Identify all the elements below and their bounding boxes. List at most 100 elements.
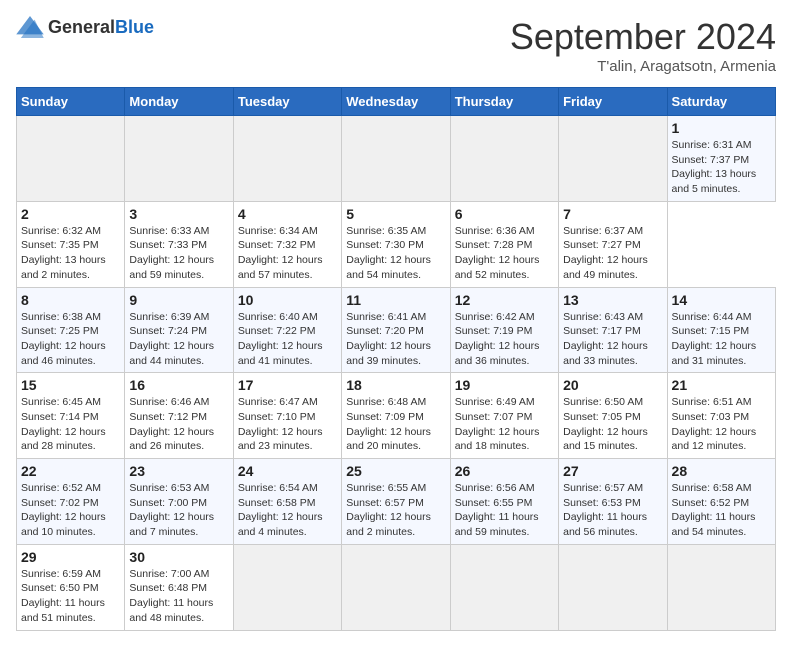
day-number: 19	[455, 377, 554, 393]
calendar-cell: 7 Sunrise: 6:37 AMSunset: 7:27 PMDaylight…	[559, 201, 667, 287]
day-number: 18	[346, 377, 445, 393]
header-thursday: Thursday	[450, 88, 558, 116]
calendar-cell: 21 Sunrise: 6:51 AMSunset: 7:03 PMDayligh…	[667, 373, 775, 459]
calendar-cell: 18 Sunrise: 6:48 AMSunset: 7:09 PMDayligh…	[342, 373, 450, 459]
day-info: Sunrise: 6:48 AMSunset: 7:09 PMDaylight:…	[346, 395, 445, 454]
week-row-4: 15 Sunrise: 6:45 AMSunset: 7:14 PMDayligh…	[17, 373, 776, 459]
calendar-cell	[342, 116, 450, 202]
week-row-5: 22 Sunrise: 6:52 AMSunset: 7:02 PMDayligh…	[17, 459, 776, 545]
day-number: 25	[346, 463, 445, 479]
week-row-6: 29Sunrise: 6:59 AMSunset: 6:50 PMDayligh…	[17, 544, 776, 630]
day-number: 28	[672, 463, 771, 479]
day-info: Sunrise: 6:39 AMSunset: 7:24 PMDaylight:…	[129, 310, 228, 369]
calendar-title: September 2024	[510, 16, 776, 58]
calendar-cell: 1 Sunrise: 6:31 AMSunset: 7:37 PMDaylight…	[667, 116, 775, 202]
day-info: Sunrise: 6:57 AMSunset: 6:53 PMDaylight:…	[563, 481, 662, 540]
day-number: 20	[563, 377, 662, 393]
day-number: 24	[238, 463, 337, 479]
calendar-cell: 9Sunrise: 6:39 AMSunset: 7:24 PMDaylight…	[125, 287, 233, 373]
day-info: Sunrise: 6:31 AMSunset: 7:37 PMDaylight:…	[672, 138, 771, 197]
day-info: Sunrise: 6:58 AMSunset: 6:52 PMDaylight:…	[672, 481, 771, 540]
page-header: GeneralBlue September 2024 T'alin, Araga…	[16, 16, 776, 75]
day-info: Sunrise: 6:36 AMSunset: 7:28 PMDaylight:…	[455, 224, 554, 283]
day-number: 10	[238, 292, 337, 308]
day-info: Sunrise: 6:42 AMSunset: 7:19 PMDaylight:…	[455, 310, 554, 369]
calendar-cell	[450, 544, 558, 630]
day-number: 3	[129, 206, 228, 222]
day-info: Sunrise: 6:32 AMSunset: 7:35 PMDaylight:…	[21, 224, 120, 283]
day-number: 1	[672, 120, 771, 136]
week-row-2: 2 Sunrise: 6:32 AMSunset: 7:35 PMDaylight…	[17, 201, 776, 287]
header-tuesday: Tuesday	[233, 88, 341, 116]
calendar-cell	[233, 544, 341, 630]
calendar-cell: 28 Sunrise: 6:58 AMSunset: 6:52 PMDayligh…	[667, 459, 775, 545]
day-number: 17	[238, 377, 337, 393]
day-number: 16	[129, 377, 228, 393]
day-number: 8	[21, 292, 120, 308]
logo-blue: Blue	[115, 17, 154, 37]
day-info: Sunrise: 6:40 AMSunset: 7:22 PMDaylight:…	[238, 310, 337, 369]
day-info: Sunrise: 6:55 AMSunset: 6:57 PMDaylight:…	[346, 481, 445, 540]
day-number: 26	[455, 463, 554, 479]
calendar-cell	[450, 116, 558, 202]
day-info: Sunrise: 6:56 AMSunset: 6:55 PMDaylight:…	[455, 481, 554, 540]
day-number: 27	[563, 463, 662, 479]
day-info: Sunrise: 6:53 AMSunset: 7:00 PMDaylight:…	[129, 481, 228, 540]
week-row-3: 8 Sunrise: 6:38 AMSunset: 7:25 PMDaylight…	[17, 287, 776, 373]
calendar-cell	[667, 544, 775, 630]
day-info: Sunrise: 6:34 AMSunset: 7:32 PMDaylight:…	[238, 224, 337, 283]
day-info: Sunrise: 6:41 AMSunset: 7:20 PMDaylight:…	[346, 310, 445, 369]
header-monday: Monday	[125, 88, 233, 116]
day-number: 14	[672, 292, 771, 308]
day-number: 4	[238, 206, 337, 222]
day-info: Sunrise: 7:00 AMSunset: 6:48 PMDaylight:…	[129, 567, 228, 626]
calendar-table: SundayMondayTuesdayWednesdayThursdayFrid…	[16, 87, 776, 631]
title-block: September 2024 T'alin, Aragatsotn, Armen…	[510, 16, 776, 75]
day-number: 6	[455, 206, 554, 222]
calendar-cell	[17, 116, 125, 202]
calendar-cell	[125, 116, 233, 202]
day-number: 21	[672, 377, 771, 393]
day-number: 5	[346, 206, 445, 222]
day-info: Sunrise: 6:52 AMSunset: 7:02 PMDaylight:…	[21, 481, 120, 540]
calendar-cell: 17Sunrise: 6:47 AMSunset: 7:10 PMDayligh…	[233, 373, 341, 459]
calendar-cell: 3Sunrise: 6:33 AMSunset: 7:33 PMDaylight…	[125, 201, 233, 287]
day-info: Sunrise: 6:49 AMSunset: 7:07 PMDaylight:…	[455, 395, 554, 454]
calendar-cell: 16Sunrise: 6:46 AMSunset: 7:12 PMDayligh…	[125, 373, 233, 459]
day-number: 7	[563, 206, 662, 222]
calendar-cell: 5 Sunrise: 6:35 AMSunset: 7:30 PMDaylight…	[342, 201, 450, 287]
day-number: 22	[21, 463, 120, 479]
logo-general: General	[48, 17, 115, 37]
day-number: 2	[21, 206, 120, 222]
calendar-cell	[233, 116, 341, 202]
calendar-cell: 23 Sunrise: 6:53 AMSunset: 7:00 PMDayligh…	[125, 459, 233, 545]
calendar-cell: 30Sunrise: 7:00 AMSunset: 6:48 PMDayligh…	[125, 544, 233, 630]
header-wednesday: Wednesday	[342, 88, 450, 116]
day-number: 29	[21, 549, 120, 565]
day-number: 12	[455, 292, 554, 308]
day-info: Sunrise: 6:35 AMSunset: 7:30 PMDaylight:…	[346, 224, 445, 283]
calendar-cell: 4 Sunrise: 6:34 AMSunset: 7:32 PMDaylight…	[233, 201, 341, 287]
calendar-cell: 22 Sunrise: 6:52 AMSunset: 7:02 PMDayligh…	[17, 459, 125, 545]
day-info: Sunrise: 6:51 AMSunset: 7:03 PMDaylight:…	[672, 395, 771, 454]
day-info: Sunrise: 6:37 AMSunset: 7:27 PMDaylight:…	[563, 224, 662, 283]
day-info: Sunrise: 6:45 AMSunset: 7:14 PMDaylight:…	[21, 395, 120, 454]
calendar-cell	[559, 544, 667, 630]
day-number: 13	[563, 292, 662, 308]
calendar-cell: 20 Sunrise: 6:50 AMSunset: 7:05 PMDayligh…	[559, 373, 667, 459]
day-number: 15	[21, 377, 120, 393]
calendar-cell: 26 Sunrise: 6:56 AMSunset: 6:55 PMDayligh…	[450, 459, 558, 545]
day-info: Sunrise: 6:44 AMSunset: 7:15 PMDaylight:…	[672, 310, 771, 369]
calendar-cell: 14 Sunrise: 6:44 AMSunset: 7:15 PMDayligh…	[667, 287, 775, 373]
day-info: Sunrise: 6:38 AMSunset: 7:25 PMDaylight:…	[21, 310, 120, 369]
header-saturday: Saturday	[667, 88, 775, 116]
day-number: 23	[129, 463, 228, 479]
calendar-subtitle: T'alin, Aragatsotn, Armenia	[510, 58, 776, 75]
week-row-1: 1 Sunrise: 6:31 AMSunset: 7:37 PMDaylight…	[17, 116, 776, 202]
day-info: Sunrise: 6:54 AMSunset: 6:58 PMDaylight:…	[238, 481, 337, 540]
logo: GeneralBlue	[16, 16, 154, 38]
day-info: Sunrise: 6:50 AMSunset: 7:05 PMDaylight:…	[563, 395, 662, 454]
day-info: Sunrise: 6:43 AMSunset: 7:17 PMDaylight:…	[563, 310, 662, 369]
header-friday: Friday	[559, 88, 667, 116]
calendar-cell	[342, 544, 450, 630]
